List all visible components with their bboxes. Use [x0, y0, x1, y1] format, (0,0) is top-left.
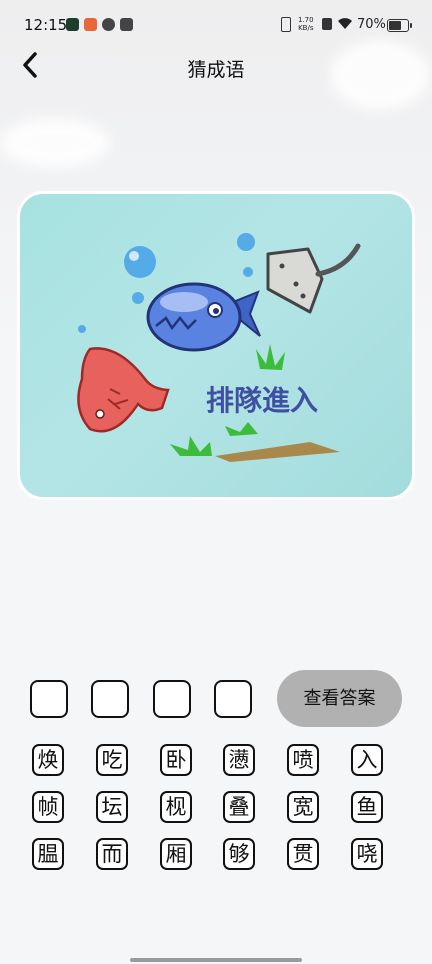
- vibrate-icon: [281, 17, 291, 32]
- answer-slot[interactable]: [30, 680, 68, 718]
- candidate-char[interactable]: 腽: [32, 838, 64, 870]
- bubble-decoration: [243, 267, 253, 277]
- battery-icon: [387, 19, 412, 32]
- bubble-decoration: [237, 233, 255, 251]
- candidate-char[interactable]: 而: [96, 838, 128, 870]
- red-fish-drawing: [77, 347, 170, 433]
- page-title: 猜成语: [187, 59, 245, 81]
- candidate-char[interactable]: 贯: [287, 838, 319, 870]
- battery-percent: 70%: [357, 17, 386, 32]
- candidate-char[interactable]: 懑: [223, 744, 255, 776]
- puzzle-illustration: 排隊進入: [77, 233, 361, 462]
- candidate-char[interactable]: 坛: [96, 791, 128, 823]
- notification-link-icon: [102, 18, 115, 31]
- puzzle-image-card: 排隊進入: [17, 191, 415, 500]
- candidate-char[interactable]: 卧: [160, 744, 192, 776]
- candidate-char[interactable]: 够: [223, 838, 255, 870]
- home-indicator[interactable]: [130, 958, 302, 962]
- bubble-decoration: [132, 292, 144, 304]
- network-speed: 1.70 KB/s: [298, 16, 314, 32]
- blue-fish-drawing: [146, 282, 261, 352]
- notification-mail-icon: [120, 18, 133, 31]
- puzzle-image-text: 排隊進入: [206, 384, 318, 417]
- candidate-char[interactable]: 叠: [223, 791, 255, 823]
- answer-slot[interactable]: [214, 680, 252, 718]
- network-speed-unit: KB/s: [298, 24, 314, 32]
- status-time: 12:15: [24, 16, 68, 34]
- sim-icon: [322, 18, 332, 30]
- status-bar: 12:15 1.70 KB/s 70%: [0, 0, 432, 50]
- cloud-decoration: [0, 118, 110, 168]
- network-speed-value: 1.70: [298, 16, 314, 24]
- bubble-decoration: [124, 246, 156, 278]
- notification-n-icon: [66, 18, 79, 31]
- wifi-icon: [338, 18, 352, 29]
- answer-slot[interactable]: [91, 680, 129, 718]
- candidate-char[interactable]: 哓: [351, 838, 383, 870]
- candidate-char[interactable]: 枧: [160, 791, 192, 823]
- battery-nub: [410, 23, 412, 28]
- candidate-char[interactable]: 喷: [287, 744, 319, 776]
- candidate-char[interactable]: 入: [351, 744, 383, 776]
- puzzle-image: 排隊進入: [20, 194, 412, 497]
- stingray-drawing: [266, 243, 361, 314]
- answer-slot[interactable]: [153, 680, 191, 718]
- candidate-char[interactable]: 鱼: [351, 791, 383, 823]
- candidate-char[interactable]: 焕: [32, 744, 64, 776]
- candidate-char[interactable]: 厢: [160, 838, 192, 870]
- sand-drawing: [215, 442, 340, 462]
- candidate-char[interactable]: 帧: [32, 791, 64, 823]
- notification-app-icon: [84, 18, 97, 31]
- battery-fill: [389, 21, 401, 30]
- candidate-char[interactable]: 吃: [96, 744, 128, 776]
- view-answer-button[interactable]: 查看答案: [277, 670, 402, 727]
- bubble-decoration: [78, 325, 86, 333]
- candidate-char[interactable]: 宽: [287, 791, 319, 823]
